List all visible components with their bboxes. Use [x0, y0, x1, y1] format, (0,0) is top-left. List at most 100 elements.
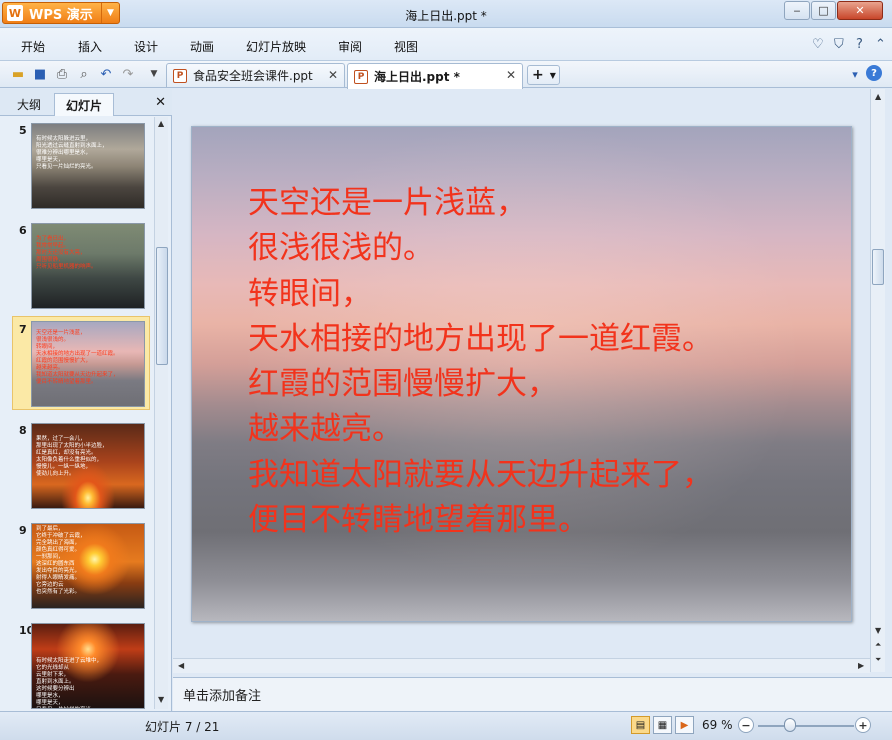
menu-insert[interactable]: 插入	[78, 38, 102, 55]
close-button[interactable]: ✕	[837, 1, 883, 20]
slide-thumbnail-image: 天空还是一片浅蓝， 很浅很浅的。 转眼间， 天水相接的地方出现了一道红霞。 红霞…	[31, 321, 145, 407]
slide-thumbnail-10[interactable]: 10 有时候太阳走进了云堆中， 它的光线却从 云里射下来， 直射到水面上。 这时…	[0, 617, 154, 709]
settings-icon[interactable]: ▾	[846, 65, 864, 83]
slide-thumbnail-image: 到了最后， 它终于冲破了云霞， 完全跳出了海面， 颜色真红得可爱。 一刹那间， …	[31, 523, 145, 609]
slide-number: 5	[19, 124, 27, 137]
status-bar: 幻灯片 7 / 21 ▤ ▦ ▶ 69 % − +	[0, 711, 892, 740]
zoom-slider-handle[interactable]	[784, 718, 796, 732]
slide-thumbnail-image: 有时候太阳躲进云里， 阳光透过云缝直射到水面上， 很难分辨出哪里是水， 哪里是天…	[31, 123, 145, 209]
slides-panel: 大纲 幻灯片 ✕ 5 有时候太阳躲进云里， 阳光透过云缝直射到水面上， 很难分辨…	[0, 89, 172, 711]
editor-horizontal-scrollbar[interactable]: ◀ ▶	[173, 658, 870, 673]
zoom-in-icon[interactable]: +	[855, 717, 871, 733]
slide-thumbnail-list: 5 有时候太阳躲进云里， 阳光透过云缝直射到水面上， 很难分辨出哪里是水， 哪里…	[0, 117, 154, 709]
zoom-out-icon[interactable]: −	[738, 717, 754, 733]
slide-text-line: 红霞的范围慢慢扩大，	[248, 366, 558, 403]
slide-thumbnail-6[interactable]: 6 为了看日出， 我常常早起。 那时天还没有大亮， 周围很静， 只听见船里机器的…	[0, 217, 154, 313]
menu-animation[interactable]: 动画	[190, 38, 214, 55]
slide-text-line: 转眼间，	[248, 275, 372, 312]
slide-counter: 幻灯片 7 / 21	[145, 720, 220, 734]
zoom-level: 69 %	[702, 718, 733, 732]
menu-view[interactable]: 视图	[394, 38, 418, 55]
thumbnail-text: 为了看日出， 我常常早起。 那时天还没有大亮， 周围很静， 只听见船里机器的响声…	[36, 236, 97, 270]
undo-icon[interactable]: ↶	[97, 65, 115, 83]
thumbnail-text: 到了最后， 它终于冲破了云霞， 完全跳出了海面， 颜色真红得可爱。 一刹那间， …	[36, 526, 86, 595]
menu-slideshow[interactable]: 幻灯片放映	[246, 38, 306, 55]
slide-text-line: 便目不转睛地望着那里。	[248, 502, 589, 539]
print-preview-icon[interactable]: ⌕	[75, 65, 93, 83]
maximize-button[interactable]: □	[811, 1, 836, 20]
redo-icon[interactable]: ↷	[119, 65, 137, 83]
menu-review[interactable]: 审阅	[338, 38, 362, 55]
panel-tabs: 大纲 幻灯片 ✕	[0, 89, 172, 116]
zoom-slider[interactable]	[758, 725, 854, 727]
scroll-up-icon[interactable]: ▲	[875, 92, 881, 101]
slideshow-icon[interactable]: ▶	[675, 716, 694, 734]
window-title: 海上日出.ppt *	[405, 9, 487, 23]
help-circle-icon[interactable]: ?	[866, 65, 882, 81]
ppt-file-icon: P	[354, 69, 368, 84]
scroll-down-icon[interactable]: ▼	[875, 626, 881, 635]
tab-outline[interactable]: 大纲	[6, 93, 52, 116]
slide-number: 7	[19, 323, 27, 336]
shirt-icon[interactable]: ⛉	[834, 37, 844, 52]
scroll-left-icon[interactable]: ◀	[178, 661, 184, 670]
slide-text-line: 我知道太阳就要从天边升起来了，	[248, 456, 713, 493]
editor-vertical-scrollbar[interactable]: ▲ ▼ ⏶ ⏷	[870, 89, 885, 672]
slide-editor: 天空还是一片浅蓝， 很浅很浅的。 转眼间， 天水相接的地方出现了一道红霞。 红霞…	[173, 89, 892, 677]
slide-text-line: 很浅很浅的。	[248, 230, 434, 267]
slide-text-line: 越来越亮。	[248, 411, 403, 448]
slide-number: 8	[19, 424, 27, 437]
scrollbar-thumb[interactable]	[872, 249, 884, 285]
minimize-button[interactable]: ‒	[784, 1, 810, 20]
dropdown-icon[interactable]: ▼	[145, 65, 163, 83]
scrollbar-thumb[interactable]	[156, 247, 168, 365]
menu-design[interactable]: 设计	[134, 38, 158, 55]
slide-text-line: 天空还是一片浅蓝，	[248, 185, 527, 221]
tab-slides[interactable]: 幻灯片	[54, 93, 114, 116]
help-icon[interactable]: ?	[856, 37, 863, 52]
close-tab-icon[interactable]: ✕	[506, 68, 516, 82]
plus-icon: +	[532, 67, 544, 83]
slide-number: 6	[19, 224, 27, 237]
chevron-up-icon[interactable]: ⌃	[875, 37, 886, 52]
previous-slide-icon[interactable]: ⏶	[875, 640, 881, 650]
slide-thumbnail-8[interactable]: 8 果然，过了一会儿， 那里出现了太阳的小半边脸， 红是真红，却没有亮光。 太阳…	[0, 417, 154, 513]
ppt-file-icon: P	[173, 68, 187, 83]
thumbnail-text: 有时候太阳躲进云里， 阳光透过云缝直射到水面上， 很难分辨出哪里是水， 哪里是天…	[36, 136, 108, 170]
quick-toolbar: ▬ ■ ⎙ ⌕ ↶ ↷ ▼ P 食品安全班会课件.ppt ✕ P 海上日出.pp…	[0, 61, 892, 89]
scroll-up-icon[interactable]: ▲	[158, 119, 164, 128]
thumbnail-text: 果然，过了一会儿， 那里出现了太阳的小半边脸， 红是真红，却没有亮光。 太阳像负…	[36, 436, 108, 477]
slide-thumbnail-5[interactable]: 5 有时候太阳躲进云里， 阳光透过云缝直射到水面上， 很难分辨出哪里是水， 哪里…	[0, 117, 154, 213]
slide-sorter-icon[interactable]: ▦	[653, 716, 672, 734]
doc-tab-label: 海上日出.ppt *	[374, 70, 460, 84]
slide-thumbnail-image: 为了看日出， 我常常早起。 那时天还没有大亮， 周围很静， 只听见船里机器的响声…	[31, 223, 145, 309]
title-bar: W WPS 演示 ▼ 海上日出.ppt * ‒ □ ✕	[0, 0, 892, 28]
doc-tab-1[interactable]: P 海上日出.ppt * ✕	[347, 63, 523, 89]
slide-text-box[interactable]: 天空还是一片浅蓝， 很浅很浅的。 转眼间， 天水相接的地方出现了一道红霞。 红霞…	[248, 181, 713, 543]
current-slide[interactable]: 天空还是一片浅蓝， 很浅很浅的。 转眼间， 天水相接的地方出现了一道红霞。 红霞…	[191, 126, 852, 622]
slide-text-line: 天水相接的地方出现了一道红霞。	[248, 320, 713, 357]
scroll-right-icon[interactable]: ▶	[858, 661, 864, 670]
thumbnail-text: 有时候太阳走进了云堆中， 它的光线却从 云里射下来， 直射到水面上。 这时候要分…	[36, 658, 103, 708]
open-icon[interactable]: ▬	[9, 65, 27, 83]
slide-number: 9	[19, 524, 27, 537]
menu-bar: 开始 插入 设计 动画 幻灯片放映 审阅 视图 ♡ ⛉ ? ⌃	[0, 28, 892, 61]
slide-thumbnail-image: 有时候太阳走进了云堆中， 它的光线却从 云里射下来， 直射到水面上。 这时候要分…	[31, 623, 145, 709]
heart-icon[interactable]: ♡	[812, 37, 824, 52]
normal-view-icon[interactable]: ▤	[631, 716, 650, 734]
chevron-down-icon[interactable]: ▼	[550, 71, 556, 80]
next-slide-icon[interactable]: ⏷	[875, 655, 881, 665]
slide-thumbnail-7[interactable]: 7 天空还是一片浅蓝， 很浅很浅的。 转眼间， 天水相接的地方出现了一道红霞。 …	[12, 316, 150, 410]
close-tab-icon[interactable]: ✕	[328, 68, 338, 82]
save-icon[interactable]: ■	[31, 65, 49, 83]
print-icon[interactable]: ⎙	[53, 65, 71, 83]
menu-home[interactable]: 开始	[21, 38, 45, 55]
thumbnail-scrollbar[interactable]: ▲ ▼	[154, 117, 168, 709]
notes-placeholder[interactable]: 单击添加备注	[183, 685, 261, 704]
slide-thumbnail-9[interactable]: 9 到了最后， 它终于冲破了云霞， 完全跳出了海面， 颜色真红得可爱。 一刹那间…	[0, 517, 154, 613]
scroll-down-icon[interactable]: ▼	[158, 695, 164, 704]
doc-tab-0[interactable]: P 食品安全班会课件.ppt ✕	[166, 63, 345, 87]
notes-pane[interactable]: 单击添加备注	[173, 677, 892, 711]
close-panel-icon[interactable]: ✕	[155, 95, 166, 110]
new-tab-button[interactable]: + ▼	[527, 65, 560, 85]
